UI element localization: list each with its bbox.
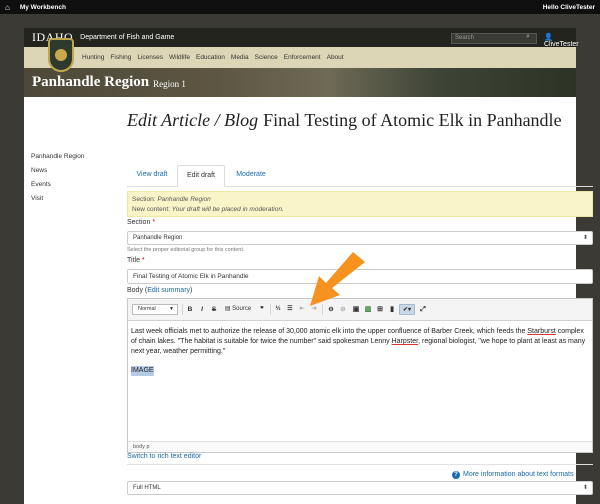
- tab-moderate[interactable]: Moderate: [225, 165, 277, 187]
- site-header: IDAHO Department of Fish and Game Search…: [24, 28, 579, 48]
- nav-item-licenses[interactable]: Licenses: [137, 54, 163, 61]
- page-title-name: Final Testing of Atomic Elk in Panhandle: [263, 110, 562, 130]
- body-label: Body (Edit summary): [127, 287, 193, 294]
- user-menu[interactable]: 👤 CliveTester: [544, 33, 579, 48]
- main-nav: Hunting Fishing Licenses Wildlife Education M…: [24, 47, 576, 68]
- search-icon[interactable]: ⌕: [526, 33, 530, 41]
- search-input[interactable]: Search: [451, 33, 537, 44]
- fish-and-game-badge-icon[interactable]: [48, 38, 74, 72]
- blockquote-icon[interactable]: ❞: [257, 304, 267, 315]
- department-name[interactable]: Department of Fish and Game: [80, 34, 174, 41]
- editor-paragraph: Last week officials met to authorize the…: [131, 328, 586, 355]
- select-arrows-icon: ⬍: [582, 485, 588, 491]
- spellcheck-icon[interactable]: ✔▾: [399, 304, 415, 315]
- nav-item-science[interactable]: Science: [255, 54, 278, 61]
- workbench-link[interactable]: My Workbench: [20, 4, 66, 11]
- region-title: Panhandle Region: [32, 74, 150, 90]
- section-label: Section *: [127, 219, 156, 226]
- tab-view-draft[interactable]: View draft: [127, 165, 177, 187]
- title-label: Title *: [127, 257, 145, 264]
- select-arrows-icon: ⬍: [582, 235, 588, 241]
- bold-icon[interactable]: B: [185, 304, 195, 315]
- page-margin-top: [24, 14, 576, 28]
- maximize-icon[interactable]: ⤢: [418, 304, 428, 315]
- page-title-type: Edit Article / Blog: [127, 110, 259, 130]
- section-select[interactable]: Panhandle Region ⬍: [127, 231, 593, 245]
- source-button[interactable]: ▤ Source: [221, 304, 255, 315]
- sidebar-item-news[interactable]: News: [31, 164, 116, 178]
- nav-item-wildlife[interactable]: Wildlife: [169, 54, 190, 61]
- text-format-select[interactable]: Full HTML ⬍: [127, 481, 593, 495]
- sidebar-item-panhandle-region[interactable]: Panhandle Region: [31, 150, 116, 164]
- divider: [127, 464, 593, 465]
- annotation-arrow-icon: [310, 252, 365, 306]
- table-icon[interactable]: ⊞: [375, 304, 385, 315]
- moderation-notice: Section: Panhandle Region New content: Y…: [127, 191, 593, 217]
- rich-text-editor[interactable]: Normal ▼ B I S ▤ Source ❞ ⅓ ☰ ⇤ ⇥ ⊖ ⊘ ▣ ▥…: [127, 298, 593, 453]
- content-tabs: View draft Edit draft Moderate: [127, 165, 593, 187]
- sidebar-item-visit[interactable]: Visit: [31, 192, 116, 206]
- nav-item-fishing[interactable]: Fishing: [110, 54, 131, 61]
- bulleted-list-icon[interactable]: ☰: [285, 304, 295, 315]
- selected-image-placeholder[interactable]: IMAGE: [131, 366, 154, 376]
- user-icon: 👤: [544, 34, 553, 41]
- italic-icon[interactable]: I: [197, 304, 207, 315]
- nav-item-hunting[interactable]: Hunting: [82, 54, 104, 61]
- nav-item-about[interactable]: About: [327, 54, 344, 61]
- editor-content[interactable]: Last week officials met to authorize the…: [131, 327, 589, 376]
- admin-toolbar: ⌂ My Workbench Hello CliveTester: [0, 0, 600, 14]
- numbered-list-icon[interactable]: ⅓: [273, 304, 283, 315]
- region-subtitle: Region 1: [153, 79, 186, 89]
- house-icon[interactable]: ⌂: [5, 3, 10, 12]
- switch-editor-link[interactable]: Switch to rich text editor: [127, 453, 201, 460]
- text-formats-help-link[interactable]: ? More information about text formats: [452, 471, 574, 479]
- format-dropdown[interactable]: Normal ▼: [132, 304, 178, 315]
- notice-new-label: New content:: [132, 206, 170, 213]
- sidebar-nav: Panhandle Region News Events Visit: [31, 150, 116, 206]
- editor-path-bar: body p: [128, 441, 592, 452]
- nav-item-media[interactable]: Media: [231, 54, 249, 61]
- sidebar-item-events[interactable]: Events: [31, 178, 116, 192]
- page-title: Edit Article / Blog Final Testing of Ato…: [127, 110, 567, 131]
- user-greeting[interactable]: Hello CliveTester: [543, 4, 595, 11]
- strikethrough-icon[interactable]: S: [209, 304, 219, 315]
- notice-section-label: Section:: [132, 196, 156, 203]
- question-icon: ?: [452, 471, 460, 479]
- nav-item-education[interactable]: Education: [196, 54, 225, 61]
- region-banner: Panhandle Region Region 1: [24, 68, 576, 97]
- horizontal-rule-icon[interactable]: ▮: [387, 304, 397, 315]
- section-help: Select the proper editorial group for th…: [127, 247, 245, 253]
- notice-new-value: Your draft will be placed in moderation.: [171, 206, 284, 213]
- tab-edit-draft[interactable]: Edit draft: [177, 165, 225, 187]
- notice-section-value: Panhandle Region: [157, 196, 211, 203]
- page-margin-left: [0, 14, 24, 504]
- edit-summary-link[interactable]: Edit summary: [147, 287, 190, 294]
- nav-item-enforcement[interactable]: Enforcement: [284, 54, 321, 61]
